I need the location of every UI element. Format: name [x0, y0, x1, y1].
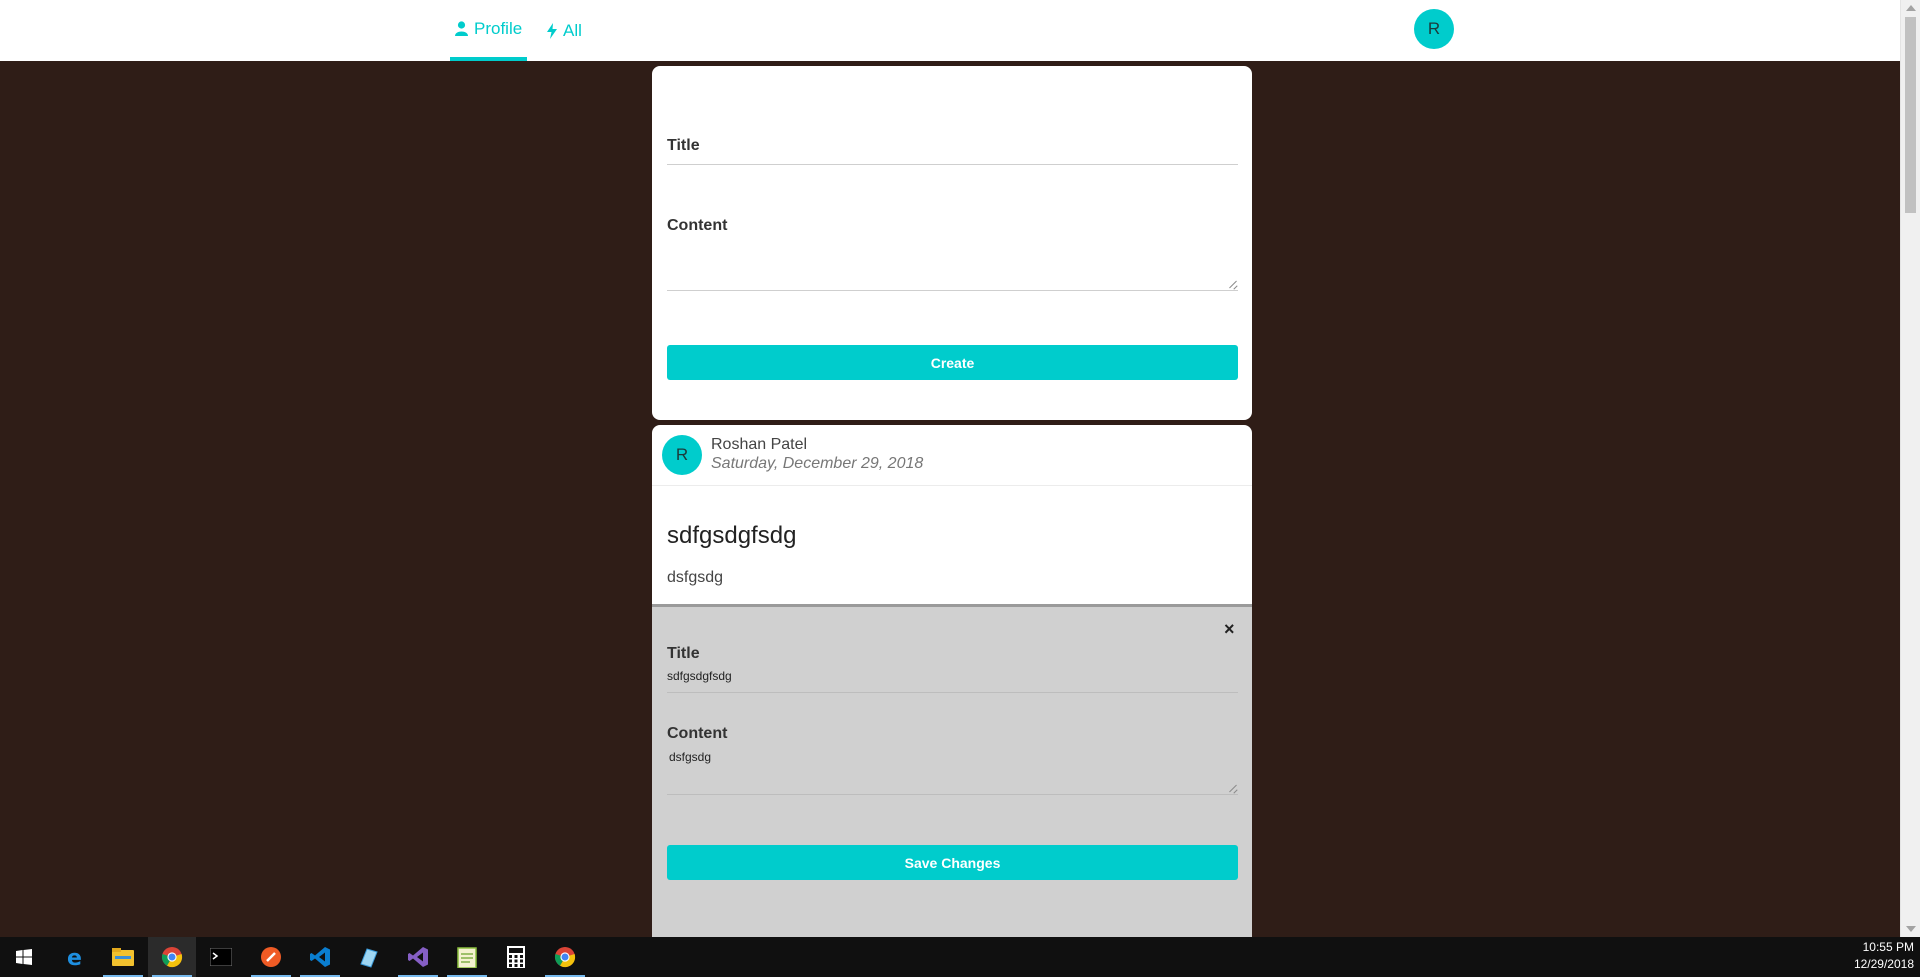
bolt-icon — [547, 22, 557, 39]
edge-icon[interactable]: e — [51, 937, 99, 977]
title-input[interactable] — [667, 164, 1238, 165]
content-label: Content — [667, 217, 728, 234]
edit-content-underline — [667, 794, 1238, 795]
close-icon[interactable]: × — [1224, 619, 1235, 640]
chrome-icon[interactable] — [541, 937, 589, 977]
top-navbar: Profile All R — [0, 0, 1900, 61]
edit-post-panel: × Title sdfgsdgfsdg Content dsfgsdg Save… — [652, 604, 1252, 937]
author-name: Roshan Patel — [711, 436, 808, 453]
post-header: R Roshan Patel Saturday, December 29, 20… — [652, 425, 1252, 486]
create-post-card: Title Content Create — [652, 66, 1252, 420]
post-title: sdfgsdgfsdg — [667, 522, 797, 549]
svg-text:e: e — [67, 946, 82, 968]
edit-resize-handle-icon[interactable] — [1228, 783, 1238, 793]
page-scrollbar[interactable] — [1900, 0, 1920, 937]
postman-icon[interactable] — [247, 937, 295, 977]
edit-content-textarea[interactable]: dsfgsdg — [669, 750, 711, 764]
user-avatar[interactable]: R — [1414, 9, 1454, 49]
resize-handle-icon[interactable] — [1228, 279, 1238, 289]
edit-title-input[interactable]: sdfgsdgfsdg — [667, 669, 732, 683]
create-button[interactable]: Create — [667, 345, 1238, 380]
scroll-thumb[interactable] — [1905, 17, 1916, 213]
post-card: R Roshan Patel Saturday, December 29, 20… — [652, 425, 1252, 937]
scroll-up-icon[interactable] — [1906, 5, 1916, 11]
user-icon — [455, 21, 468, 36]
edit-title-label: Title — [667, 645, 700, 662]
save-changes-button[interactable]: Save Changes — [667, 845, 1238, 880]
terminal-icon[interactable] — [197, 937, 245, 977]
author-avatar: R — [662, 435, 702, 475]
paint-icon[interactable] — [345, 937, 393, 977]
notepad-icon[interactable] — [443, 937, 491, 977]
tab-all[interactable]: All — [547, 0, 582, 61]
chrome-icon[interactable] — [148, 937, 196, 977]
title-label: Title — [667, 137, 700, 154]
system-clock[interactable]: 10:55 PM 12/29/2018 — [1854, 939, 1914, 973]
calculator-icon[interactable] — [492, 937, 540, 977]
clock-time: 10:55 PM — [1862, 940, 1914, 954]
vscode-icon[interactable] — [296, 937, 344, 977]
tab-profile-label: Profile — [474, 18, 523, 38]
edit-title-underline — [667, 692, 1238, 693]
windows-taskbar: e 10:55 PM 12/29/2018 — [0, 937, 1920, 977]
scroll-down-icon[interactable] — [1906, 926, 1916, 932]
edit-content-label: Content — [667, 725, 728, 742]
tab-profile[interactable]: Profile — [450, 0, 528, 61]
content-textarea[interactable] — [667, 290, 1238, 291]
visual-studio-icon[interactable] — [394, 937, 442, 977]
post-date: Saturday, December 29, 2018 — [711, 455, 924, 472]
file-explorer-icon[interactable] — [99, 937, 147, 977]
clock-date: 12/29/2018 — [1853, 957, 1914, 971]
start-icon[interactable] — [0, 937, 48, 977]
tab-all-label: All — [563, 20, 582, 40]
post-content: dsfgsdg — [667, 569, 724, 586]
